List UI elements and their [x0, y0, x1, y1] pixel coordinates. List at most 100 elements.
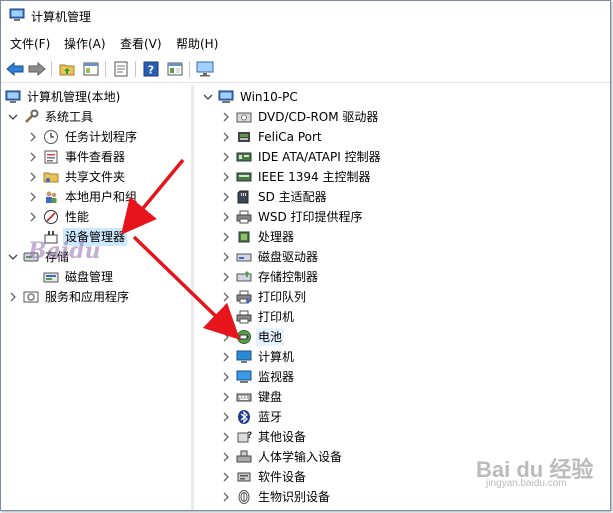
device-category-item[interactable]: 存储控制器	[220, 267, 320, 287]
chevron-right-icon[interactable]	[220, 451, 232, 463]
up-folder-icon[interactable]	[57, 59, 77, 79]
device-category-label: 计算机	[258, 350, 295, 364]
chevron-right-icon[interactable]	[220, 211, 232, 223]
chevron-right-icon[interactable]	[27, 171, 39, 183]
dvd-drive-icon	[236, 109, 252, 125]
software-device-icon	[236, 469, 252, 485]
keyboard-icon	[236, 389, 252, 405]
chevron-down-icon[interactable]	[202, 91, 214, 103]
chevron-right-icon[interactable]	[220, 151, 232, 163]
chevron-right-icon[interactable]	[27, 151, 39, 163]
tree-item-label: 系统工具	[45, 110, 94, 124]
ieee1394-icon	[236, 169, 252, 185]
menu-help[interactable]: 帮助(H)	[176, 35, 218, 52]
device-category-label: 生物识别设备	[258, 490, 331, 504]
chevron-right-icon[interactable]	[220, 191, 232, 203]
back-icon[interactable]	[5, 59, 25, 79]
device-root-label: Win10-PC	[240, 90, 298, 104]
disk-drive-icon	[236, 249, 252, 265]
tree-item-performance[interactable]: 性能	[27, 207, 91, 227]
chevron-right-icon[interactable]	[220, 471, 232, 483]
monitor-icon	[236, 369, 252, 385]
device-category-item[interactable]: 计算机	[220, 347, 296, 367]
sd-adapter-icon	[236, 189, 252, 205]
properties-icon[interactable]	[111, 59, 131, 79]
forward-icon[interactable]	[27, 59, 47, 79]
title-bar[interactable]: 计算机管理	[1, 1, 610, 31]
menu-view[interactable]: 查看(V)	[120, 35, 162, 52]
console-icon[interactable]	[165, 59, 185, 79]
device-category-item[interactable]: 监视器	[220, 367, 296, 387]
tree-item-event-viewer[interactable]: 事件查看器	[27, 147, 127, 167]
device-category-item[interactable]: IDE ATA/ATAPI 控制器	[220, 147, 383, 167]
chevron-right-icon[interactable]	[220, 371, 232, 383]
chevron-right-icon[interactable]	[220, 171, 232, 183]
monitor-icon[interactable]	[195, 59, 215, 79]
chevron-right-icon[interactable]	[220, 311, 232, 323]
storage-controller-icon	[236, 269, 252, 285]
device-category-item[interactable]: DVD/CD-ROM 驱动器	[220, 107, 380, 127]
chevron-down-icon[interactable]	[7, 251, 19, 263]
chevron-right-icon[interactable]	[27, 211, 39, 223]
help-icon[interactable]: ?	[141, 59, 161, 79]
tree-item-computer-management[interactable]: 计算机管理(本地)	[5, 87, 122, 107]
chevron-right-icon[interactable]	[220, 271, 232, 283]
device-category-item[interactable]: 电池	[220, 327, 285, 347]
tree-item-local-users[interactable]: 本地用户和组	[27, 187, 139, 207]
chevron-right-icon[interactable]	[220, 131, 232, 143]
device-category-item[interactable]: 软件设备	[220, 467, 308, 487]
device-category-item[interactable]: 处理器	[220, 227, 296, 247]
device-category-label: 存储控制器	[258, 270, 319, 284]
users-icon	[43, 189, 59, 205]
menu-file[interactable]: 文件(F)	[10, 35, 50, 52]
chevron-right-icon[interactable]	[220, 111, 232, 123]
device-category-label: 键盘	[258, 390, 283, 404]
device-category-item[interactable]: 生物识别设备	[220, 487, 332, 507]
device-category-label: FeliCa Port	[258, 130, 322, 144]
disk-icon	[43, 269, 59, 285]
clock-icon	[43, 129, 59, 145]
tree-item-task-scheduler[interactable]: 任务计划程序	[27, 127, 139, 147]
chevron-right-icon[interactable]	[220, 291, 232, 303]
device-root[interactable]: Win10-PC	[202, 87, 300, 107]
device-category-item[interactable]: SD 主适配器	[220, 187, 329, 207]
device-category-item[interactable]: IEEE 1394 主控制器	[220, 167, 372, 187]
tree-item-shared-folders[interactable]: 共享文件夹	[27, 167, 127, 187]
chevron-right-icon[interactable]	[7, 291, 19, 303]
chevron-right-icon[interactable]	[220, 251, 232, 263]
chevron-right-icon[interactable]	[27, 131, 39, 143]
watermark-logo: Baidu	[28, 238, 101, 264]
device-category-item[interactable]: 打印队列	[220, 287, 308, 307]
chevron-right-icon[interactable]	[220, 331, 232, 343]
chevron-right-icon[interactable]	[220, 431, 232, 443]
tree-item-disk-management[interactable]: 磁盘管理	[43, 267, 115, 287]
device-category-item[interactable]: 键盘	[220, 387, 284, 407]
device-category-item[interactable]: ? 其他设备	[220, 427, 308, 447]
device-category-item[interactable]: WSD 打印提供程序	[220, 207, 365, 227]
chevron-right-icon[interactable]	[220, 351, 232, 363]
device-category-item[interactable]: 蓝牙	[220, 407, 284, 427]
tree-item-label: 服务和应用程序	[45, 290, 130, 304]
svg-text:?: ?	[148, 64, 154, 77]
performance-icon	[43, 209, 59, 225]
device-category-label: 人体学输入设备	[258, 450, 343, 464]
toolbar: ?	[1, 56, 610, 83]
chevron-right-icon[interactable]	[220, 491, 232, 503]
device-category-item[interactable]: 磁盘驱动器	[220, 247, 320, 267]
chevron-right-icon[interactable]	[220, 411, 232, 423]
tree-item-label: 磁盘管理	[65, 270, 114, 284]
device-category-label: 电池	[256, 328, 285, 346]
battery-icon	[236, 329, 252, 345]
device-category-item[interactable]: FeliCa Port	[220, 127, 324, 147]
device-category-item[interactable]: 人体学输入设备	[220, 447, 344, 467]
tree-item-services-apps[interactable]: 服务和应用程序	[7, 287, 131, 307]
tree-item-system-tools[interactable]: 系统工具	[7, 107, 95, 127]
chevron-down-icon[interactable]	[7, 111, 19, 123]
chevron-right-icon[interactable]	[220, 391, 232, 403]
device-category-item[interactable]: 打印机	[220, 307, 296, 327]
menu-action[interactable]: 操作(A)	[64, 35, 106, 52]
show-tree-icon[interactable]	[81, 59, 101, 79]
chevron-right-icon[interactable]	[27, 191, 39, 203]
chevron-right-icon[interactable]	[220, 231, 232, 243]
device-category-label: 处理器	[258, 230, 295, 244]
